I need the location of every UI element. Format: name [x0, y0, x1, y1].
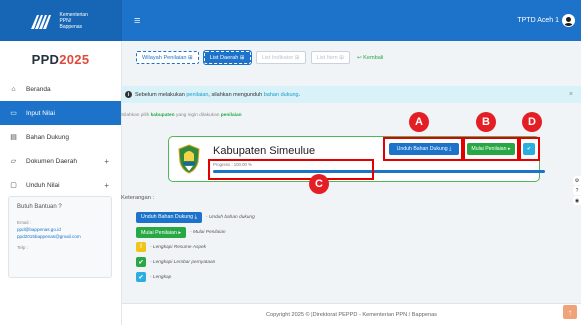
- instruction-middle: yang ingin dilakukan: [174, 113, 221, 118]
- alert-middle: , silahkan mengunduh: [208, 91, 264, 98]
- help-icon[interactable]: ?: [573, 186, 581, 195]
- sidebar-item-label: Dokumen Daerah: [26, 157, 77, 165]
- brand-text: Kementerian PPN/ Bappenas: [60, 12, 94, 30]
- sidebar-item-label: Bahan Dukung: [26, 133, 70, 141]
- info-alert: i Sebelum melakukan penilaian, silahkan …: [122, 86, 581, 103]
- annotation-label-a: A: [409, 112, 429, 132]
- legend-row: ✔ - Lengkapi Lembar pernyataan: [136, 257, 215, 267]
- app-title: PPD 2025: [0, 41, 121, 77]
- bappenas-logo-icon: [30, 14, 51, 29]
- alert-text: Sebelum melakukan penilaian, silahkan me…: [135, 92, 300, 98]
- annotation-box-b: [463, 137, 519, 161]
- district-name: Kabupaten Simeulue: [213, 145, 316, 157]
- instruction-prefix: Silahkan pilih: [121, 113, 151, 118]
- instruction-bold-kabupaten: kabupaten: [150, 113, 175, 118]
- user-menu[interactable]: TPTD Aceh 1: [517, 14, 575, 27]
- user-name: TPTD Aceh 1: [517, 17, 559, 24]
- legend-text: - Mulai Penilaian: [190, 230, 226, 235]
- brand-line1: Kementerian PPN/: [59, 11, 88, 24]
- legend-badge-download: Unduh Bahan Dukung ⤓: [136, 212, 202, 223]
- alert-suffix: .: [298, 91, 301, 98]
- floating-side-icons: ⚙ ? ◉: [573, 176, 581, 206]
- close-icon[interactable]: ×: [569, 91, 573, 98]
- legend-row: ✔ - Lengkap: [136, 272, 171, 282]
- tab-wilayah-penilaian[interactable]: Wilayah Penilaian ⊞: [136, 51, 199, 64]
- help-phone-label: Telp :: [17, 245, 28, 250]
- tab-list-daerah[interactable]: List Daerah ⊞: [202, 50, 252, 65]
- folder-icon: ▱: [10, 158, 17, 165]
- sidebar-item-label: Unduh Nilai: [26, 181, 60, 189]
- tab-list-indikator: List Indikator ⊞: [255, 51, 306, 64]
- help-email-label: Email :: [17, 220, 32, 225]
- annotation-label-d: D: [522, 112, 542, 132]
- check-blue-icon: ✔: [136, 272, 146, 282]
- top-header: Kementerian PPN/ Bappenas ≡ TPTD Aceh 1: [0, 0, 581, 41]
- legend-text: - Lengkapi Resume Aspek: [150, 244, 207, 250]
- document-icon: ▤: [10, 134, 17, 141]
- app-title-year: 2025: [59, 51, 90, 67]
- alert-highlight-penilaian: penilaian: [186, 91, 209, 98]
- settings-icon[interactable]: ⚙: [573, 176, 581, 185]
- legend-row: Unduh Bahan Dukung ⤓ - Unduh bahan dukun…: [136, 212, 255, 223]
- warning-icon: !: [136, 242, 146, 252]
- expand-icon[interactable]: +: [104, 181, 109, 190]
- user-avatar-icon: [562, 14, 575, 27]
- monitor-icon: ▢: [10, 182, 17, 189]
- footer-text: Copyright 2025 © |Direktorat PEPPD - Kem…: [266, 311, 437, 318]
- arrow-up-icon[interactable]: ↑: [563, 305, 577, 319]
- annotation-label-b: B: [476, 112, 496, 132]
- alert-prefix: Sebelum melakukan: [135, 91, 187, 98]
- alert-highlight-bahan-dukung: bahan dukung: [263, 91, 299, 98]
- hamburger-icon[interactable]: ≡: [134, 15, 140, 27]
- regency-emblem-icon: [178, 144, 200, 174]
- sidebar-item-bahan-dukung[interactable]: ▤ Bahan Dukung: [0, 125, 121, 149]
- sidebar-item-dokumen-daerah[interactable]: ▱ Dokumen Daerah +: [0, 149, 121, 173]
- annotation-box-a: [383, 137, 463, 161]
- legend-title: Keterangan :: [121, 195, 155, 201]
- annotation-label-c: C: [309, 174, 329, 194]
- legend-text: - Unduh bahan dukung: [205, 215, 255, 220]
- legend-text: - Lengkap: [150, 274, 172, 280]
- tab-list-item: List Item ⊞: [310, 51, 350, 64]
- main-content: Wilayah Penilaian ⊞ List Daerah ⊞ List I…: [121, 41, 581, 325]
- legend-row: ! - Lengkapi Resume Aspek: [136, 242, 206, 252]
- help-email-1[interactable]: ppd@bappenas.go.id: [17, 226, 103, 233]
- legend-badge-start: Mulai Penilaian ▸: [136, 227, 187, 238]
- app-title-prefix: PPD: [31, 51, 60, 67]
- help-email-2[interactable]: ppd2015bappenas@gmail.com: [17, 233, 103, 240]
- sidebar-item-unduh-nilai[interactable]: ▢ Unduh Nilai +: [0, 173, 121, 197]
- annotation-box-c: [208, 159, 374, 180]
- page: Kementerian PPN/ Bappenas ≡ TPTD Aceh 1 …: [0, 0, 581, 325]
- back-link[interactable]: ↩ Kembali: [355, 51, 385, 64]
- legend-text: - Lengkapi Lembar pernyataan: [150, 259, 216, 265]
- check-green-icon: ✔: [136, 257, 146, 267]
- legend-row: Mulai Penilaian ▸ - Mulai Penilaian: [136, 227, 226, 238]
- sidebar: PPD 2025 ⌂ Beranda ▭ Input Nilai ▤ Bahan …: [0, 41, 122, 325]
- brand-line2: Bappenas: [59, 23, 83, 30]
- instruction-bold-penilaian: penilaian: [220, 113, 242, 118]
- tabs: Wilayah Penilaian ⊞ List Daerah ⊞ List I…: [136, 50, 385, 65]
- sidebar-item-beranda[interactable]: ⌂ Beranda: [0, 77, 121, 101]
- instruction-text: Silahkan pilih kabupaten yang ingin dila…: [121, 113, 242, 118]
- brand[interactable]: Kementerian PPN/ Bappenas: [0, 0, 122, 41]
- home-icon: ⌂: [11, 85, 16, 93]
- sidebar-item-input-nilai[interactable]: ▭ Input Nilai: [0, 101, 121, 125]
- info-icon: i: [125, 91, 132, 98]
- sidebar-item-label: Input Nilai: [26, 109, 55, 117]
- sidebar-item-label: Beranda: [26, 85, 51, 93]
- globe-icon[interactable]: ◉: [573, 196, 581, 205]
- help-title: Butuh Bantuan ?: [17, 204, 62, 210]
- annotation-box-d: [519, 137, 540, 161]
- input-icon: ▭: [10, 110, 17, 117]
- help-box: Butuh Bantuan ? Email : ppd@bappenas.go.…: [8, 196, 112, 278]
- footer: Copyright 2025 © |Direktorat PEPPD - Kem…: [122, 303, 581, 325]
- expand-icon[interactable]: +: [104, 157, 109, 166]
